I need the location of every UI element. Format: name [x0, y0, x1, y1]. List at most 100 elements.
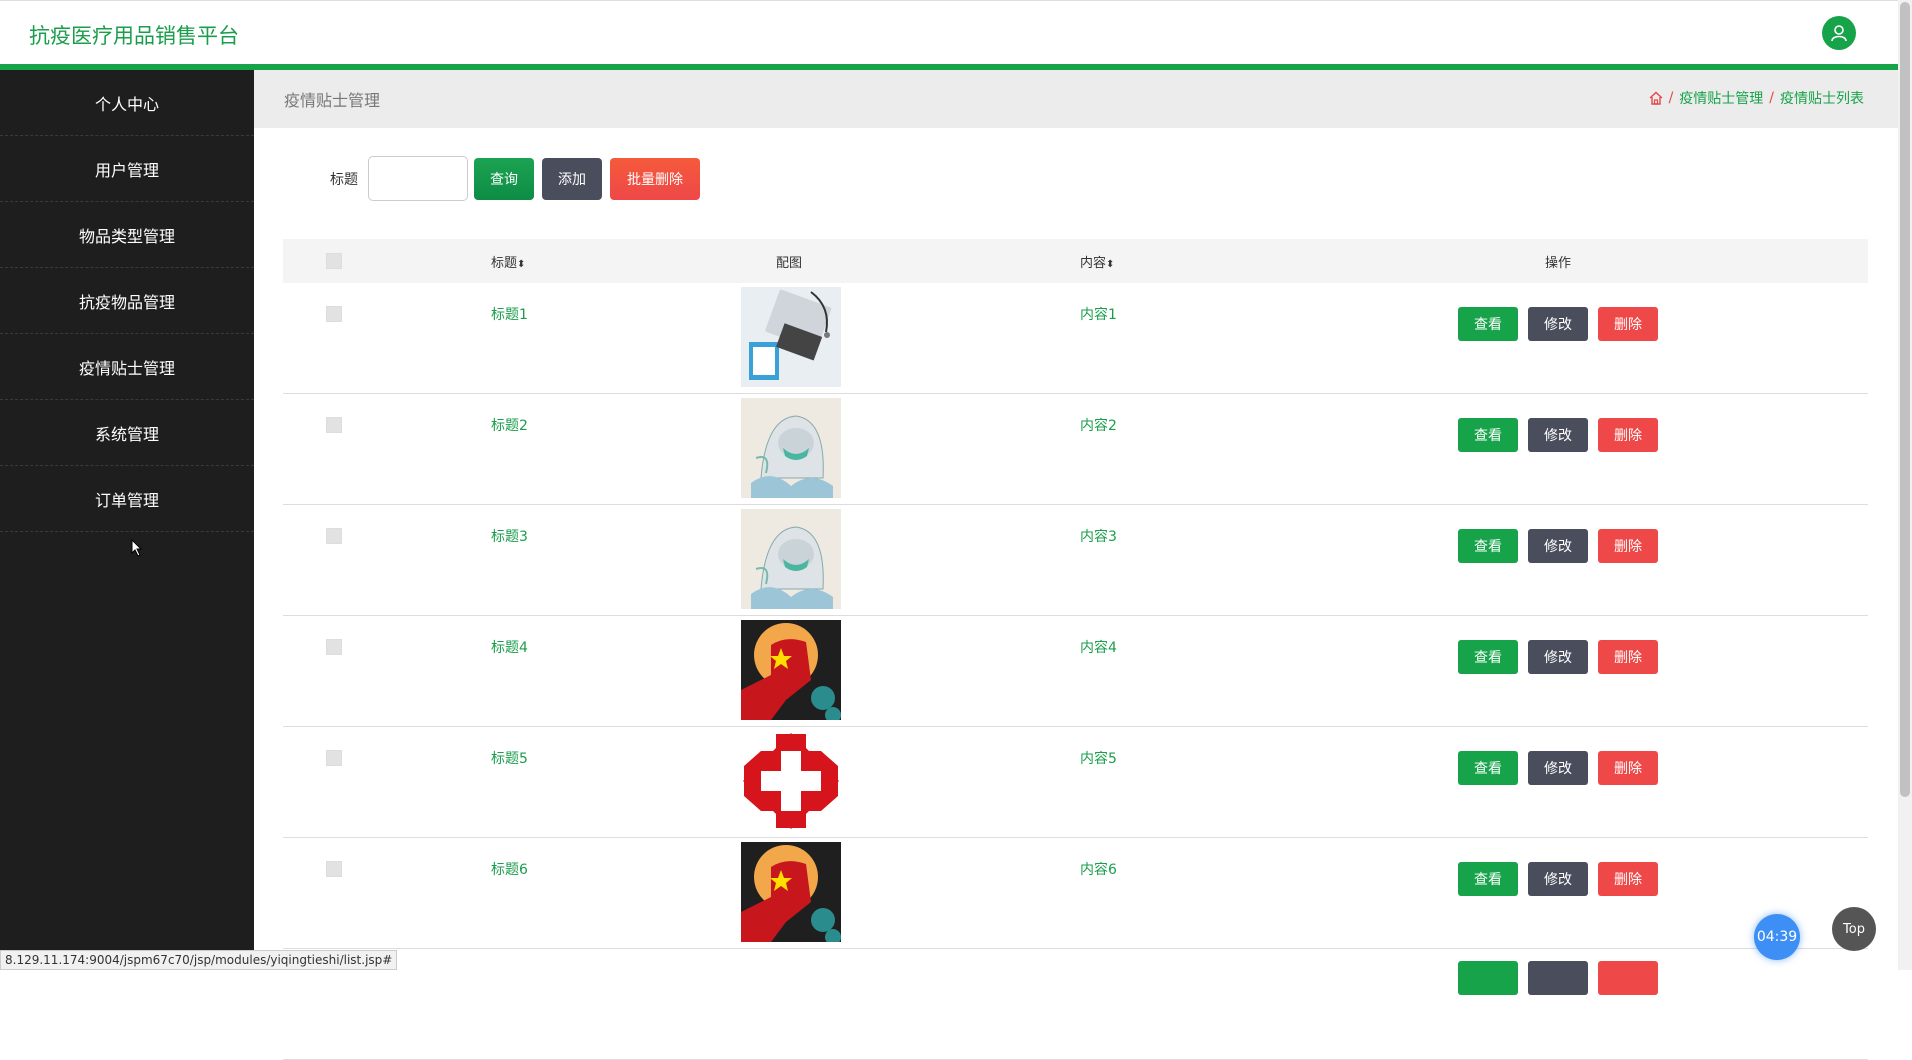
sidebar: 个人中心 用户管理 物品类型管理 抗疫物品管理 疫情贴士管理 系统管理 订单管理 [0, 70, 254, 970]
sidebar-item-label: 个人中心 [94, 94, 159, 114]
timer-badge[interactable]: 04:39 [1754, 914, 1800, 960]
row-image [741, 842, 841, 942]
mouse-cursor-icon [131, 539, 143, 557]
row-actions: 查看 修改 删除 [1458, 418, 1658, 452]
table-row: 标题1 内容1 查看 修改 删除 [283, 283, 1868, 394]
delete-button[interactable]: 删除 [1598, 418, 1658, 452]
user-icon [1831, 25, 1847, 42]
sidebar-item-system[interactable]: 系统管理 [0, 400, 254, 466]
user-avatar[interactable] [1822, 16, 1856, 50]
sidebar-item-item-types[interactable]: 物品类型管理 [0, 202, 254, 268]
table-row [283, 949, 1868, 1060]
edit-button[interactable]: 修改 [1528, 640, 1588, 674]
sidebar-item-tips[interactable]: 疫情贴士管理 [0, 334, 254, 400]
title-search-input[interactable] [368, 156, 468, 201]
row-actions: 查看 修改 删除 [1458, 862, 1658, 896]
delete-button[interactable]: 删除 [1598, 862, 1658, 896]
edit-button[interactable]: 修改 [1528, 862, 1588, 896]
row-content: 内容2 [1080, 418, 1117, 434]
view-button[interactable]: 查看 [1458, 751, 1518, 785]
edit-button[interactable]: 修改 [1528, 751, 1588, 785]
row-image [741, 620, 841, 720]
batch-delete-button[interactable]: 批量删除 [610, 157, 700, 200]
page-header: 疫情贴士管理 / 疫情贴士管理 / 疫情贴士列表 [254, 70, 1898, 128]
delete-button[interactable]: 删除 [1598, 640, 1658, 674]
table-header: 标题⬍ 配图 内容⬍ 操作 [283, 239, 1868, 283]
header-content[interactable]: 内容⬍ [1080, 252, 1114, 271]
table-row: 标题2 内容2 查看 修改 删除 [283, 394, 1868, 505]
table-row: 标题3 内容3 查看 修改 删除 [283, 505, 1868, 616]
row-actions: 查看 修改 删除 [1458, 529, 1658, 563]
sidebar-item-label: 系统管理 [94, 424, 159, 444]
sidebar-item-personal-center[interactable]: 个人中心 [0, 70, 254, 136]
top-header: 抗疫医疗用品销售平台 [0, 0, 1898, 64]
row-actions: 查看 修改 删除 [1458, 640, 1658, 674]
sidebar-item-orders[interactable]: 订单管理 [0, 466, 254, 532]
row-title: 标题4 [491, 640, 528, 656]
edit-button[interactable]: 修改 [1528, 418, 1588, 452]
sidebar-item-label: 订单管理 [94, 490, 159, 510]
row-content: 内容6 [1080, 862, 1117, 878]
table-row: 标题4 内容4 查看 修改 删除 [283, 616, 1868, 727]
sidebar-item-label: 物品类型管理 [78, 226, 175, 246]
sort-icon: ⬍ [1106, 258, 1115, 270]
view-button[interactable]: 查看 [1458, 418, 1518, 452]
row-checkbox[interactable] [326, 306, 342, 322]
breadcrumb-separator: / [1769, 90, 1774, 106]
edit-button[interactable] [1528, 961, 1588, 995]
status-bar-url: 8.129.11.174:9004/jspm67c70/jsp/modules/… [0, 950, 398, 970]
tips-table: 标题⬍ 配图 内容⬍ 操作 标题1 内容1 查看 修改 删除 标题2 内容2 查… [283, 239, 1868, 1060]
row-title: 标题1 [491, 307, 528, 323]
row-content: 内容5 [1080, 751, 1117, 767]
row-actions: 查看 修改 删除 [1458, 307, 1658, 341]
row-checkbox[interactable] [326, 861, 342, 877]
breadcrumb: / 疫情贴士管理 / 疫情贴士列表 [1649, 88, 1864, 108]
row-image [741, 509, 841, 609]
row-checkbox[interactable] [326, 528, 342, 544]
sidebar-item-label: 疫情贴士管理 [78, 358, 175, 378]
row-checkbox[interactable] [326, 750, 342, 766]
row-actions: 查看 修改 删除 [1458, 751, 1658, 785]
search-label: 标题 [330, 171, 358, 188]
header-actions: 操作 [1545, 255, 1572, 271]
breadcrumb-item[interactable]: 疫情贴士管理 [1679, 88, 1763, 108]
breadcrumb-separator: / [1668, 90, 1674, 106]
view-button[interactable]: 查看 [1458, 307, 1518, 341]
row-title: 标题5 [491, 751, 528, 767]
header-title[interactable]: 标题⬍ [491, 252, 525, 271]
view-button[interactable]: 查看 [1458, 862, 1518, 896]
sidebar-item-label: 用户管理 [94, 160, 159, 180]
row-title: 标题3 [491, 529, 528, 545]
add-button[interactable]: 添加 [542, 157, 602, 200]
row-image [741, 731, 841, 831]
row-image [741, 398, 841, 498]
query-button[interactable]: 查询 [474, 157, 534, 200]
header-image: 配图 [776, 255, 803, 271]
row-title: 标题2 [491, 418, 528, 434]
view-button[interactable]: 查看 [1458, 640, 1518, 674]
edit-button[interactable]: 修改 [1528, 529, 1588, 563]
scrollbar-thumb[interactable] [1900, 2, 1910, 797]
delete-button[interactable]: 删除 [1598, 529, 1658, 563]
row-title: 标题6 [491, 862, 528, 878]
row-image [741, 287, 841, 387]
breadcrumb-item[interactable]: 疫情贴士列表 [1780, 88, 1864, 108]
view-button[interactable] [1458, 961, 1518, 995]
page-scrollbar[interactable] [1898, 0, 1912, 970]
sidebar-item-users[interactable]: 用户管理 [0, 136, 254, 202]
back-to-top-button[interactable]: Top [1832, 907, 1876, 951]
row-checkbox[interactable] [326, 639, 342, 655]
sidebar-item-supplies[interactable]: 抗疫物品管理 [0, 268, 254, 334]
row-content: 内容4 [1080, 640, 1117, 656]
home-icon[interactable] [1649, 91, 1663, 105]
row-checkbox[interactable] [326, 417, 342, 433]
page-title: 疫情贴士管理 [284, 91, 381, 110]
select-all-checkbox[interactable] [326, 253, 342, 269]
view-button[interactable]: 查看 [1458, 529, 1518, 563]
delete-button[interactable]: 删除 [1598, 307, 1658, 341]
row-actions [1458, 961, 1658, 995]
delete-button[interactable]: 删除 [1598, 751, 1658, 785]
edit-button[interactable]: 修改 [1528, 307, 1588, 341]
sidebar-item-label: 抗疫物品管理 [78, 292, 175, 312]
delete-button[interactable] [1598, 961, 1658, 995]
